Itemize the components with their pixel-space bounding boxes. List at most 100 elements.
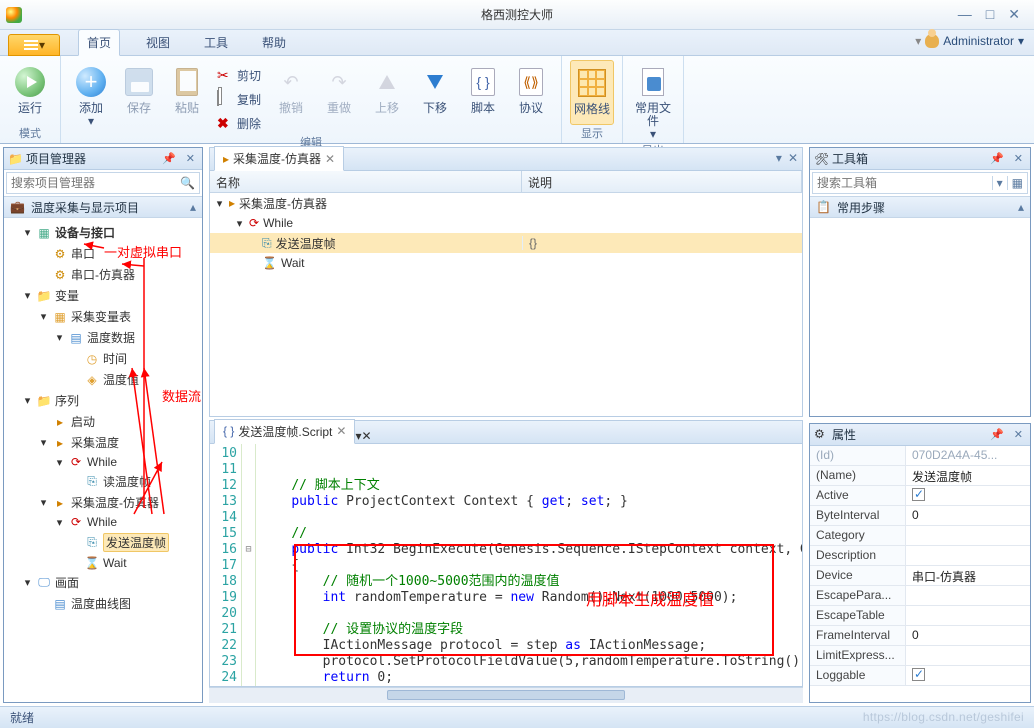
maximize-button[interactable]: □: [986, 6, 994, 23]
delete-button[interactable]: ✖删除: [213, 112, 265, 134]
script-button[interactable]: { } 脚本: [461, 60, 505, 134]
project-search[interactable]: 🔍: [6, 172, 200, 194]
toolbox-dropdown[interactable]: ▾: [992, 176, 1007, 190]
grid-selected-row[interactable]: ⎘发送温度帧{}: [210, 233, 802, 253]
prop-row[interactable]: FrameInterval0: [810, 626, 1030, 646]
save-button[interactable]: 保存: [117, 60, 161, 134]
tab-help[interactable]: 帮助: [254, 30, 294, 55]
file-menu-button[interactable]: ▾: [8, 34, 60, 56]
paste-button[interactable]: 粘贴: [165, 60, 209, 134]
prop-row[interactable]: ByteInterval0: [810, 506, 1030, 526]
undo-icon: ↶: [275, 66, 307, 98]
prop-row[interactable]: Loggable: [810, 666, 1030, 686]
toolbox-view[interactable]: ▦: [1007, 176, 1027, 190]
group-show-label: 显示: [570, 125, 614, 141]
copy-button[interactable]: 复制: [213, 88, 265, 110]
cut-button[interactable]: ✂剪切: [213, 64, 265, 86]
tabs-dropdown[interactable]: ▾: [776, 151, 782, 165]
redo-button[interactable]: ↷ 重做: [317, 60, 361, 134]
workspace: 📁 项目管理器 📌 ✕ 🔍 💼 温度采集与显示项目 ▴ ▾▦设备与接口 ⚙串口: [0, 144, 1034, 706]
project-search-input[interactable]: [7, 176, 176, 190]
undo-button[interactable]: ↶ 撤销: [269, 60, 313, 134]
status-text: 就绪: [10, 709, 34, 726]
file-icon: [642, 68, 664, 96]
moveup-button[interactable]: 上移: [365, 60, 409, 134]
app-logo: [6, 7, 22, 23]
arrow-up-icon: [379, 75, 395, 89]
script-tab-close[interactable]: ✕: [336, 424, 346, 438]
col-desc[interactable]: 说明: [522, 171, 802, 192]
gridlines-button[interactable]: 网格线: [570, 60, 614, 125]
fold-gutter[interactable]: ⊟: [242, 444, 256, 686]
tree-selected[interactable]: 发送温度帧: [103, 533, 169, 552]
prop-row[interactable]: (Id)070D2A4A-45...: [810, 446, 1030, 466]
props-icon: ⚙: [814, 427, 828, 441]
prop-row[interactable]: Description: [810, 546, 1030, 566]
h-scrollbar[interactable]: [209, 687, 803, 703]
grid-header: 名称 说明: [210, 171, 802, 193]
watermark: https://blog.csdn.net/geshifei: [863, 710, 1024, 724]
close-button[interactable]: ✕: [1008, 6, 1020, 23]
group-mode-label: 模式: [8, 125, 52, 141]
project-section[interactable]: 💼 温度采集与显示项目 ▴: [4, 196, 202, 218]
ribbon: ▾ 首页 视图 工具 帮助 ▾ Administrator ▾ 运行 模式: [0, 30, 1034, 144]
annotation-box: [294, 544, 774, 656]
code-gutter: 101112131415161718192021222324: [210, 444, 242, 686]
movedown-button[interactable]: 下移: [413, 60, 457, 134]
play-icon: [15, 67, 45, 97]
toolbox-search[interactable]: ▾ ▦: [812, 172, 1028, 194]
tab-home[interactable]: 首页: [78, 29, 120, 56]
checkbox-icon[interactable]: [912, 668, 925, 681]
briefcase-icon: 💼: [10, 200, 25, 214]
pin-button[interactable]: 📌: [159, 152, 179, 165]
prop-row[interactable]: Active: [810, 486, 1030, 506]
sequence-tab[interactable]: ▸ 采集温度-仿真器 ✕: [214, 146, 344, 171]
project-panel-title: 项目管理器: [26, 150, 155, 167]
checkbox-icon[interactable]: [912, 488, 925, 501]
toolbox-body: [810, 218, 1030, 416]
project-panel-header: 📁 项目管理器 📌 ✕: [4, 148, 202, 170]
search-icon: 🔍: [176, 176, 199, 190]
minimize-button[interactable]: —: [958, 6, 972, 23]
project-icon: 📁: [8, 152, 22, 166]
protocol-button[interactable]: ⟪⟫ 协议: [509, 60, 553, 134]
admin-menu[interactable]: ▾ Administrator ▾: [915, 34, 1024, 48]
prop-row[interactable]: LimitExpress...: [810, 646, 1030, 666]
col-name[interactable]: 名称: [210, 171, 522, 192]
property-grid[interactable]: (Id)070D2A4A-45...(Name)发送温度帧ActiveByteI…: [810, 446, 1030, 702]
commonfile-button[interactable]: 常用文件▾: [631, 60, 675, 142]
code-body[interactable]: // 脚本上下文 public ProjectContext Context {…: [256, 444, 802, 686]
project-tree[interactable]: ▾▦设备与接口 ⚙串口 ⚙串口-仿真器 ▾📁变量 ▾▦采集变量表 ▾▤温度数据 …: [4, 218, 202, 702]
app-title: 格西测控大师: [481, 6, 553, 23]
run-button[interactable]: 运行: [8, 60, 52, 125]
toolbox-section[interactable]: 📋 常用步骤 ▴: [810, 196, 1030, 218]
prop-row[interactable]: EscapePara...: [810, 586, 1030, 606]
script-tab[interactable]: { } 发送温度帧.Script ✕: [214, 419, 355, 444]
toolbox-icon: 🛠: [814, 152, 828, 166]
prop-row[interactable]: Category: [810, 526, 1030, 546]
script-tabs: { } 发送温度帧.Script ✕ ▾✕: [209, 420, 803, 444]
scissors-icon: ✂: [217, 67, 233, 83]
panel-close[interactable]: ✕: [183, 152, 198, 165]
toolbox-search-input[interactable]: [813, 176, 992, 190]
admin-label: Administrator: [943, 34, 1014, 48]
code-editor[interactable]: 101112131415161718192021222324 ⊟ // 脚本上下…: [209, 444, 803, 687]
prop-row[interactable]: (Name)发送温度帧: [810, 466, 1030, 486]
tabs-close[interactable]: ✕: [788, 151, 798, 165]
prop-row[interactable]: EscapeTable: [810, 606, 1030, 626]
arrow-down-icon: [427, 75, 443, 89]
script-icon: { }: [471, 68, 495, 96]
add-button[interactable]: + 添加▾: [69, 60, 113, 134]
prop-row[interactable]: Device串口-仿真器: [810, 566, 1030, 586]
sequence-tabs: ▸ 采集温度-仿真器 ✕ ▾ ✕: [209, 147, 803, 171]
add-icon: +: [76, 67, 106, 97]
grid-body[interactable]: ▾▸采集温度-仿真器 ▾⟳While ⎘发送温度帧{} ⌛Wait: [210, 193, 802, 416]
protocol-icon: ⟪⟫: [519, 68, 543, 96]
paste-icon: [176, 68, 198, 96]
tab-close[interactable]: ✕: [325, 152, 335, 166]
tab-tools[interactable]: 工具: [196, 30, 236, 55]
grid-icon: [578, 69, 606, 97]
project-section-label: 温度采集与显示项目: [31, 199, 139, 216]
copy-icon: [217, 90, 219, 106]
tab-view[interactable]: 视图: [138, 30, 178, 55]
